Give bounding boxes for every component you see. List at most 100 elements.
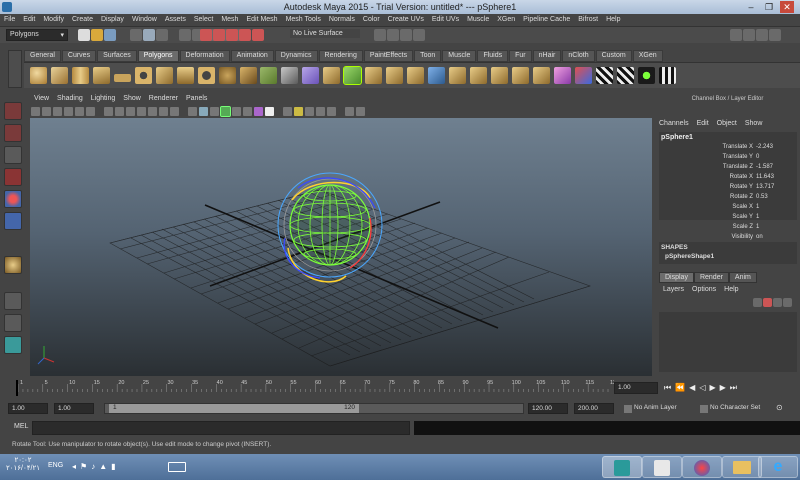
merge-icon[interactable] bbox=[428, 67, 446, 84]
xray-joints-icon[interactable] bbox=[231, 107, 241, 116]
go-to-start-icon[interactable]: ⏮ bbox=[664, 383, 675, 392]
attr-value[interactable]: 1 bbox=[756, 214, 759, 220]
live-surface-field[interactable]: No Live Surface bbox=[290, 29, 360, 38]
layer-menu-options[interactable]: Options bbox=[692, 286, 716, 293]
panel-menu-lighting[interactable]: Lighting bbox=[87, 94, 120, 103]
panel-menu-panels[interactable]: Panels bbox=[182, 94, 211, 103]
multisample-icon[interactable] bbox=[315, 107, 325, 116]
poly-cube-icon[interactable] bbox=[50, 67, 68, 84]
move-layer-down-icon[interactable] bbox=[783, 298, 792, 307]
attr-translate-z[interactable]: Translate Z -1.587 bbox=[659, 164, 787, 170]
ambient-occlusion-icon[interactable] bbox=[293, 107, 303, 116]
extract-icon[interactable] bbox=[281, 67, 299, 84]
smooth-shade-icon[interactable] bbox=[198, 107, 208, 116]
play-forwards-icon[interactable]: ▶ bbox=[709, 383, 719, 392]
shelf-tab-dynamics[interactable]: Dynamics bbox=[274, 50, 318, 62]
menu-create[interactable]: Create bbox=[68, 14, 97, 25]
fill-hole-icon[interactable] bbox=[407, 67, 425, 84]
menu-pipeline-cache[interactable]: Pipeline Cache bbox=[519, 14, 574, 25]
select-component-icon[interactable] bbox=[156, 29, 168, 41]
insert-edge-loop-icon[interactable] bbox=[490, 67, 508, 84]
combine-icon[interactable] bbox=[239, 67, 257, 84]
shelf-tab-surfaces[interactable]: Surfaces bbox=[97, 50, 137, 62]
shelf-tab-fur[interactable]: Fur bbox=[509, 50, 532, 62]
selected-object-name[interactable]: pSphere1 bbox=[661, 134, 693, 141]
poly-sphere-icon[interactable] bbox=[30, 67, 47, 84]
menu-help[interactable]: Help bbox=[602, 14, 624, 25]
uv-unfold-icon[interactable] bbox=[637, 67, 655, 84]
save-scene-icon[interactable] bbox=[104, 29, 116, 41]
single-perspective-layout-icon[interactable] bbox=[4, 292, 22, 310]
flag-icon[interactable]: ⚑ bbox=[80, 462, 91, 471]
taskbar-ie-button[interactable]: e bbox=[758, 456, 798, 478]
image-plane-icon[interactable] bbox=[64, 107, 73, 116]
layer-menu-help[interactable]: Help bbox=[724, 286, 738, 293]
lasso-tool-icon[interactable] bbox=[4, 124, 22, 142]
select-camera-icon[interactable] bbox=[31, 107, 40, 116]
new-layer-selected-icon[interactable] bbox=[763, 298, 772, 307]
cb-menu-edit[interactable]: Edit bbox=[697, 120, 709, 127]
render-frame-icon[interactable] bbox=[387, 29, 399, 41]
shelf-tab-muscle[interactable]: Muscle bbox=[442, 50, 477, 62]
step-back-frame-icon[interactable]: ◀ bbox=[689, 383, 699, 392]
step-back-key-icon[interactable]: ⏪ bbox=[675, 383, 689, 392]
outliner-layout-icon[interactable] bbox=[4, 336, 22, 354]
sphere-wireframe[interactable] bbox=[289, 184, 371, 266]
attr-value[interactable]: 0 bbox=[756, 154, 759, 160]
four-view-layout-icon[interactable] bbox=[4, 314, 22, 332]
shape-node-name[interactable]: pSphereShape1 bbox=[659, 253, 797, 260]
multi-cut-icon[interactable] bbox=[470, 67, 488, 84]
snap-point-icon[interactable] bbox=[226, 29, 238, 41]
shelf-tab-curves[interactable]: Curves bbox=[61, 50, 97, 62]
animation-end-field[interactable]: 200.00 bbox=[574, 403, 614, 414]
anim-layer-field[interactable]: No Anim Layer bbox=[634, 404, 677, 411]
safe-action-icon[interactable] bbox=[158, 107, 168, 116]
snap-view-plane-icon[interactable] bbox=[239, 29, 251, 41]
poly-plane-icon[interactable] bbox=[113, 74, 131, 82]
attr-rotate-y[interactable]: Rotate Y 13.717 bbox=[659, 184, 787, 190]
menu-edit-mesh[interactable]: Edit Mesh bbox=[242, 14, 281, 25]
layer-tab-render[interactable]: Render bbox=[693, 272, 729, 283]
shelf-tab-fluids[interactable]: Fluids bbox=[477, 50, 509, 62]
current-time-marker[interactable] bbox=[16, 380, 18, 396]
bookmarks-icon[interactable] bbox=[53, 107, 62, 116]
append-polygon-icon[interactable] bbox=[386, 67, 404, 84]
menu-bifrost[interactable]: Bifrost bbox=[574, 14, 602, 25]
menu-assets[interactable]: Assets bbox=[161, 14, 190, 25]
shelf-tab-general[interactable]: General bbox=[24, 50, 61, 62]
sculpt-icon[interactable] bbox=[553, 67, 571, 84]
extrude-icon[interactable] bbox=[343, 66, 363, 85]
offset-edge-loop-icon[interactable] bbox=[511, 67, 529, 84]
shelf-tab-animation[interactable]: Animation bbox=[230, 50, 274, 62]
mask-icon[interactable] bbox=[178, 29, 191, 41]
layer-menu-layers[interactable]: Layers bbox=[663, 286, 684, 293]
minimize-button[interactable]: – bbox=[744, 1, 758, 13]
keyboard-icon[interactable] bbox=[168, 462, 186, 472]
rotate-tool-icon[interactable] bbox=[4, 190, 22, 208]
menu-window[interactable]: Window bbox=[128, 14, 161, 25]
channel-box-toggle-icon[interactable] bbox=[756, 29, 768, 41]
render-settings-icon[interactable] bbox=[413, 29, 425, 41]
shelf-tab-nhair[interactable]: nHair bbox=[532, 50, 562, 62]
shelf-tab-deformation[interactable]: Deformation bbox=[179, 50, 230, 62]
poly-pyramid-icon[interactable] bbox=[176, 67, 194, 84]
panel-menu-shading[interactable]: Shading bbox=[53, 94, 87, 103]
network-icon[interactable]: ▲ bbox=[99, 462, 111, 471]
menu-file[interactable]: File bbox=[0, 14, 19, 25]
xray-icon[interactable] bbox=[219, 106, 231, 117]
select-object-icon[interactable] bbox=[143, 29, 155, 41]
panel-menu-view[interactable]: View bbox=[30, 94, 53, 103]
shelf-tab-painteffects[interactable]: PaintEffects bbox=[363, 50, 414, 62]
attr-translate-y[interactable]: Translate Y0 bbox=[659, 154, 787, 160]
range-slider[interactable]: 1 120 bbox=[104, 403, 524, 414]
textured-icon[interactable] bbox=[253, 107, 263, 116]
separate-icon[interactable] bbox=[260, 67, 278, 84]
bridge-icon[interactable] bbox=[365, 67, 383, 84]
2d-pan-zoom-icon[interactable] bbox=[75, 107, 84, 116]
new-scene-icon[interactable] bbox=[78, 29, 90, 41]
move-layer-up-icon[interactable] bbox=[773, 298, 782, 307]
snap-grid-icon[interactable] bbox=[200, 29, 212, 41]
snap-curve-icon[interactable] bbox=[213, 29, 225, 41]
move-tool-icon[interactable] bbox=[4, 168, 22, 186]
attr-translate-x[interactable]: Translate X -2.243 bbox=[659, 144, 787, 150]
